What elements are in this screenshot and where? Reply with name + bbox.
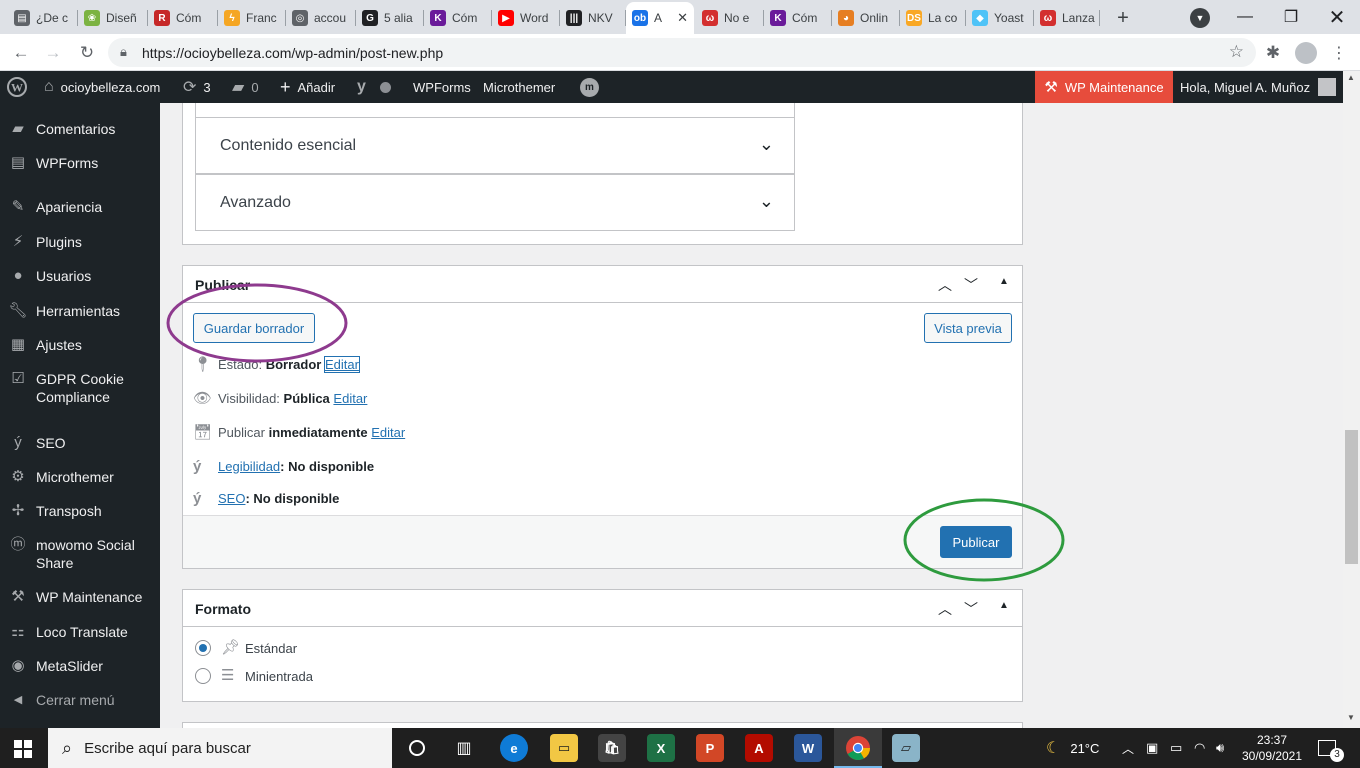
notes-app-icon[interactable]: ▱ (892, 734, 920, 762)
word-icon[interactable]: W (794, 734, 822, 762)
cortana-icon[interactable] (403, 734, 431, 762)
battery-icon[interactable]: ▭ (1170, 728, 1182, 768)
volume-icon[interactable]: 🔊︎ (1216, 728, 1224, 768)
clock[interactable]: 23:37 30/09/2021 (1240, 728, 1304, 768)
powerpoint-icon[interactable]: P (696, 734, 724, 762)
excel-icon[interactable]: X (647, 734, 675, 762)
wifi-icon[interactable]: ◠ (1194, 728, 1205, 768)
weather-widget[interactable]: ☾ 21°C (1046, 728, 1099, 768)
scroll-down-arrow-icon[interactable]: ▼ (1347, 713, 1355, 722)
page-scrollbar[interactable]: ▲ ▼ (1343, 71, 1360, 728)
edge-icon[interactable]: e (500, 734, 528, 762)
green-annotation-ellipse (903, 498, 1065, 582)
taskbar-search-input[interactable]: ⌕ Escribe aquí para buscar (48, 728, 392, 768)
windows-start-icon[interactable] (14, 740, 32, 758)
acrobat-icon[interactable]: A (745, 734, 773, 762)
notifications-icon[interactable]: 3 (1318, 728, 1344, 768)
tray-chevron-icon[interactable]: ︿ (1122, 728, 1134, 768)
store-icon[interactable]: 🛍︎ (598, 734, 626, 762)
moon-icon: ☾ (1046, 740, 1061, 757)
scrollbar-thumb[interactable] (1345, 430, 1358, 564)
purple-annotation-ellipse (166, 283, 348, 363)
annotation-ellipses (166, 283, 1065, 582)
task-view-icon[interactable]: ▥ (450, 734, 478, 762)
chrome-icon[interactable] (844, 734, 872, 762)
file-explorer-icon[interactable]: ▭ (550, 734, 578, 762)
windows-taskbar: ⌕ Escribe aquí para buscar ▥ e ▭ 🛍︎ X P … (0, 728, 1360, 768)
search-icon: ⌕ (62, 737, 73, 758)
scroll-up-arrow-icon[interactable]: ▲ (1347, 73, 1355, 82)
camera-icon[interactable]: ▣ (1146, 728, 1158, 768)
